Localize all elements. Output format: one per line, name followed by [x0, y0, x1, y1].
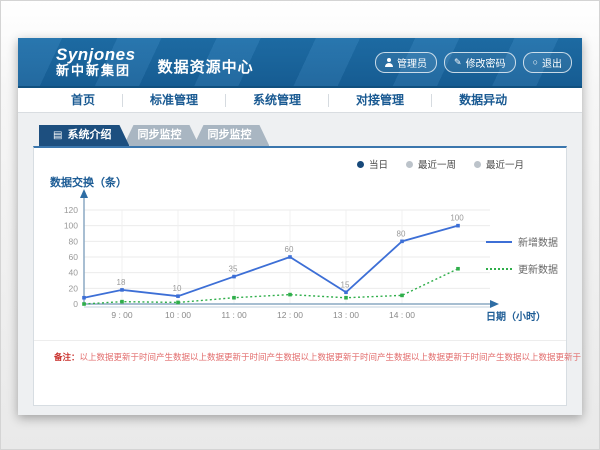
- filter-option-today[interactable]: 当日: [357, 157, 388, 171]
- filter-option-last-month[interactable]: 最近一月: [474, 157, 524, 171]
- y-tick-label: 20: [69, 283, 79, 293]
- logout-button[interactable]: ○ 退出: [523, 52, 572, 73]
- data-point-label: 80: [397, 229, 406, 238]
- main-nav: 首页 标准管理 系统管理 对接管理 数据异动: [18, 88, 582, 113]
- footnote-body: 以上数据更新于时间产生数据以上数据更新于时间产生数据以上数据更新于时间产生数据以…: [80, 352, 582, 362]
- chart-panel: 当日 最近一周 最近一月 数据交换（条） 0204060801001209 : …: [33, 146, 567, 406]
- tab-system-intro[interactable]: ▤ 系统介绍: [39, 125, 129, 146]
- y-tick-label: 80: [69, 236, 79, 246]
- data-point: [82, 296, 86, 300]
- data-point: [456, 267, 460, 271]
- data-point: [232, 275, 236, 279]
- nav-item-home[interactable]: 首页: [44, 88, 122, 113]
- tab-sync-monitor-2[interactable]: 同步监控: [193, 125, 269, 146]
- data-point: [82, 302, 86, 306]
- change-password-label: 修改密码: [466, 55, 506, 70]
- solid-line-swatch: [486, 241, 512, 243]
- radio-icon: [474, 161, 481, 168]
- x-tick-label: 9 : 00: [111, 310, 133, 320]
- x-axis-title: 日期（小时）: [486, 310, 546, 323]
- filter-label: 当日: [369, 157, 388, 171]
- app-window: Synjones 新中新集团 数据资源中心 管理员 ✎ 修改密码 ○ 退出 首页…: [18, 38, 582, 415]
- logo-text-cn: 新中新集团: [56, 64, 136, 78]
- filter-label: 最近一月: [486, 157, 524, 171]
- data-point: [176, 301, 180, 305]
- tab-bar: ▤ 系统介绍 同步监控 同步监控: [39, 125, 567, 146]
- y-tick-label: 0: [73, 299, 78, 309]
- chart-legend: 新增数据 更新数据: [486, 234, 558, 276]
- power-icon: ○: [533, 58, 538, 67]
- tab-label: 同步监控: [207, 125, 251, 146]
- content-area: ▤ 系统介绍 同步监控 同步监控 当日 最近一周: [18, 113, 582, 406]
- data-point: [400, 240, 404, 244]
- radio-icon: [357, 161, 364, 168]
- x-tick-label: 14 : 00: [389, 310, 415, 320]
- panel-divider: [34, 340, 566, 341]
- x-tick-label: 12 : 00: [277, 310, 303, 320]
- data-point-label: 18: [117, 278, 126, 287]
- tab-sync-monitor-1[interactable]: 同步监控: [123, 125, 199, 146]
- time-range-filter: 当日 最近一周 最近一月: [357, 157, 524, 171]
- nav-item-standard-mgmt[interactable]: 标准管理: [123, 88, 225, 113]
- filter-label: 最近一周: [418, 157, 456, 171]
- nav-item-data-change[interactable]: 数据异动: [432, 88, 534, 113]
- data-point-label: 35: [229, 265, 238, 274]
- header-actions: 管理员 ✎ 修改密码 ○ 退出: [375, 52, 572, 73]
- legend-label: 更新数据: [518, 261, 558, 276]
- app-header: Synjones 新中新集团 数据资源中心 管理员 ✎ 修改密码 ○ 退出: [18, 38, 582, 88]
- x-tick-label: 11 : 00: [221, 310, 247, 320]
- data-point: [288, 293, 292, 297]
- y-axis-arrow-icon: [80, 189, 88, 198]
- y-tick-label: 60: [69, 252, 79, 262]
- footnote-prefix: 备注：: [54, 352, 80, 362]
- x-tick-label: 13 : 00: [333, 310, 359, 320]
- data-point: [344, 296, 348, 300]
- line-chart: 0 20 40 60 80 100 120 9 : 00 10 : 00 11 : 00 12 : …: [44, 184, 514, 334]
- x-tick-label: 10 : 00: [165, 310, 191, 320]
- nav-item-connection-mgmt[interactable]: 对接管理: [329, 88, 431, 113]
- current-user-label: 管理员: [397, 55, 427, 70]
- data-point: [120, 288, 124, 292]
- data-point: [176, 294, 180, 298]
- data-point: [344, 290, 348, 294]
- logout-label: 退出: [542, 55, 562, 70]
- legend-item-new-data[interactable]: 新增数据: [486, 234, 558, 249]
- data-point: [120, 300, 124, 304]
- page-title: 数据资源中心: [158, 56, 254, 77]
- radio-icon: [406, 161, 413, 168]
- data-point: [400, 294, 404, 298]
- y-tick-label: 40: [69, 268, 79, 278]
- edit-icon: ✎: [454, 58, 462, 67]
- data-point: [456, 224, 460, 228]
- legend-item-updated-data[interactable]: 更新数据: [486, 261, 558, 276]
- footnote: 备注：以上数据更新于时间产生数据以上数据更新于时间产生数据以上数据更新于时间产生…: [54, 351, 581, 363]
- x-axis-arrow-icon: [490, 300, 499, 308]
- logo-text-en: Synjones: [56, 46, 136, 64]
- data-point-label: 60: [285, 245, 294, 254]
- tab-label: 系统介绍: [67, 125, 111, 146]
- data-point-label: 10: [173, 284, 182, 293]
- data-point: [232, 296, 236, 300]
- y-tick-label: 120: [64, 205, 78, 215]
- data-point: [288, 255, 292, 259]
- current-user-button[interactable]: 管理员: [375, 52, 437, 73]
- filter-option-last-week[interactable]: 最近一周: [406, 157, 456, 171]
- company-logo[interactable]: Synjones 新中新集团: [56, 46, 136, 77]
- y-tick-label: 100: [64, 221, 78, 231]
- data-point-label: 15: [341, 280, 350, 289]
- nav-item-system-mgmt[interactable]: 系统管理: [226, 88, 328, 113]
- dotted-line-swatch: [486, 268, 512, 270]
- user-icon: [385, 58, 393, 67]
- legend-label: 新增数据: [518, 234, 558, 249]
- tab-label: 同步监控: [137, 125, 181, 146]
- change-password-button[interactable]: ✎ 修改密码: [444, 52, 516, 73]
- data-point-label: 100: [450, 214, 464, 223]
- document-icon: ▤: [53, 131, 62, 141]
